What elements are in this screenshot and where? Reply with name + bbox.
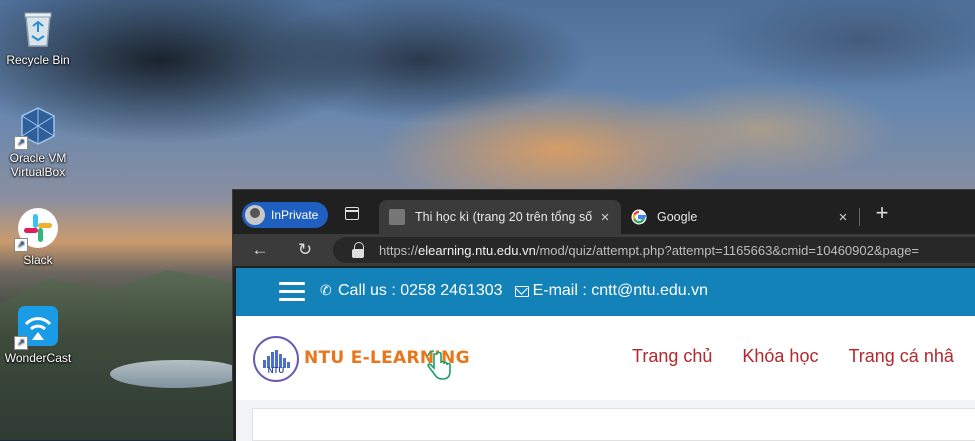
inprivate-button[interactable]: InPrivate bbox=[242, 202, 328, 228]
desktop-icon-slack[interactable]: ↗ Slack bbox=[0, 206, 76, 267]
desktop-icon-label: Oracle VM VirtualBox bbox=[9, 151, 67, 179]
desktop-icon-label: Recycle Bin bbox=[6, 53, 70, 67]
tab-title: Thi học kì (trang 20 trên tổng số bbox=[415, 210, 593, 224]
moodle-favicon-icon bbox=[389, 209, 405, 225]
desktop-icon-label: Slack bbox=[23, 253, 53, 267]
content-area bbox=[236, 400, 975, 441]
web-page: Call us : 0258 2461303 E-mail : cntt@ntu… bbox=[236, 268, 975, 441]
mail-icon bbox=[514, 285, 529, 297]
slack-icon: ↗ bbox=[14, 206, 60, 252]
back-button[interactable]: ← bbox=[249, 240, 271, 260]
tab-quiz[interactable]: Thi học kì (trang 20 trên tổng số × bbox=[379, 200, 621, 234]
url-scheme: https:// bbox=[379, 242, 419, 258]
menu-item-home[interactable]: Trang chủ bbox=[632, 346, 712, 367]
lock-icon[interactable] bbox=[349, 240, 369, 260]
phone-text: Call us : 0258 2461303 bbox=[338, 282, 503, 299]
virtualbox-icon: ↗ bbox=[14, 104, 60, 150]
phone-icon bbox=[320, 282, 334, 299]
new-tab-button[interactable]: + bbox=[871, 202, 893, 224]
desktop-icon-recycle-bin[interactable]: Recycle Bin bbox=[0, 6, 76, 67]
tab-title: Google bbox=[657, 210, 698, 224]
tab-bar: InPrivate Thi học kì (trang 20 trên tổng… bbox=[233, 190, 975, 234]
tab-google[interactable]: Google × bbox=[621, 200, 859, 234]
hamburger-menu-icon[interactable] bbox=[279, 282, 305, 302]
ntu-logo[interactable]: NTU bbox=[253, 336, 299, 382]
pointing-hand-icon bbox=[426, 350, 452, 380]
site-header: NTU NTU E-LEARNING Trang chủ Khóa học Tr… bbox=[236, 316, 975, 401]
browser-window: InPrivate Thi học kì (trang 20 trên tổng… bbox=[232, 189, 975, 441]
address-bar: ← ↻ https:// elearning.ntu.edu.vn /mod/q… bbox=[233, 234, 975, 266]
profile-avatar-icon bbox=[245, 205, 265, 225]
recycle-bin-icon bbox=[16, 6, 60, 50]
wondercast-icon: ↗ bbox=[14, 304, 60, 350]
contact-info: Call us : 0258 2461303 E-mail : cntt@ntu… bbox=[320, 282, 708, 300]
google-favicon-icon bbox=[631, 209, 647, 225]
url-host: elearning.ntu.edu.vn bbox=[418, 242, 536, 258]
desktop-icon-virtualbox[interactable]: ↗ Oracle VM VirtualBox bbox=[0, 104, 76, 179]
email-text: E-mail : cntt@ntu.edu.vn bbox=[532, 282, 709, 299]
content-card bbox=[252, 408, 975, 441]
main-menu: Trang chủ Khóa học Trang cá nhâ bbox=[632, 346, 954, 367]
refresh-button[interactable]: ↻ bbox=[294, 240, 316, 260]
desktop-icon-wondercast[interactable]: ↗ WonderCast bbox=[0, 304, 76, 365]
wallpaper-lake bbox=[110, 360, 240, 388]
logo-seal-text: NTU bbox=[267, 366, 285, 375]
close-tab-icon[interactable]: × bbox=[833, 209, 853, 226]
url-path: /mod/quiz/attempt.php?attempt=1165663&cm… bbox=[535, 242, 920, 258]
url-field[interactable]: https:// elearning.ntu.edu.vn /mod/quiz/… bbox=[333, 237, 975, 263]
contact-topbar: Call us : 0258 2461303 E-mail : cntt@ntu… bbox=[236, 268, 975, 316]
close-tab-icon[interactable]: × bbox=[595, 209, 615, 226]
menu-item-courses[interactable]: Khóa học bbox=[742, 346, 818, 367]
inprivate-label: InPrivate bbox=[271, 208, 319, 222]
shortcut-arrow-icon: ↗ bbox=[14, 136, 28, 150]
tab-actions-icon[interactable] bbox=[345, 207, 359, 220]
desktop-icon-label: WonderCast bbox=[4, 351, 72, 365]
shortcut-arrow-icon: ↗ bbox=[14, 238, 28, 252]
tab-separator bbox=[859, 208, 860, 226]
shortcut-arrow-icon: ↗ bbox=[14, 336, 28, 350]
menu-item-profile[interactable]: Trang cá nhâ bbox=[848, 346, 953, 367]
